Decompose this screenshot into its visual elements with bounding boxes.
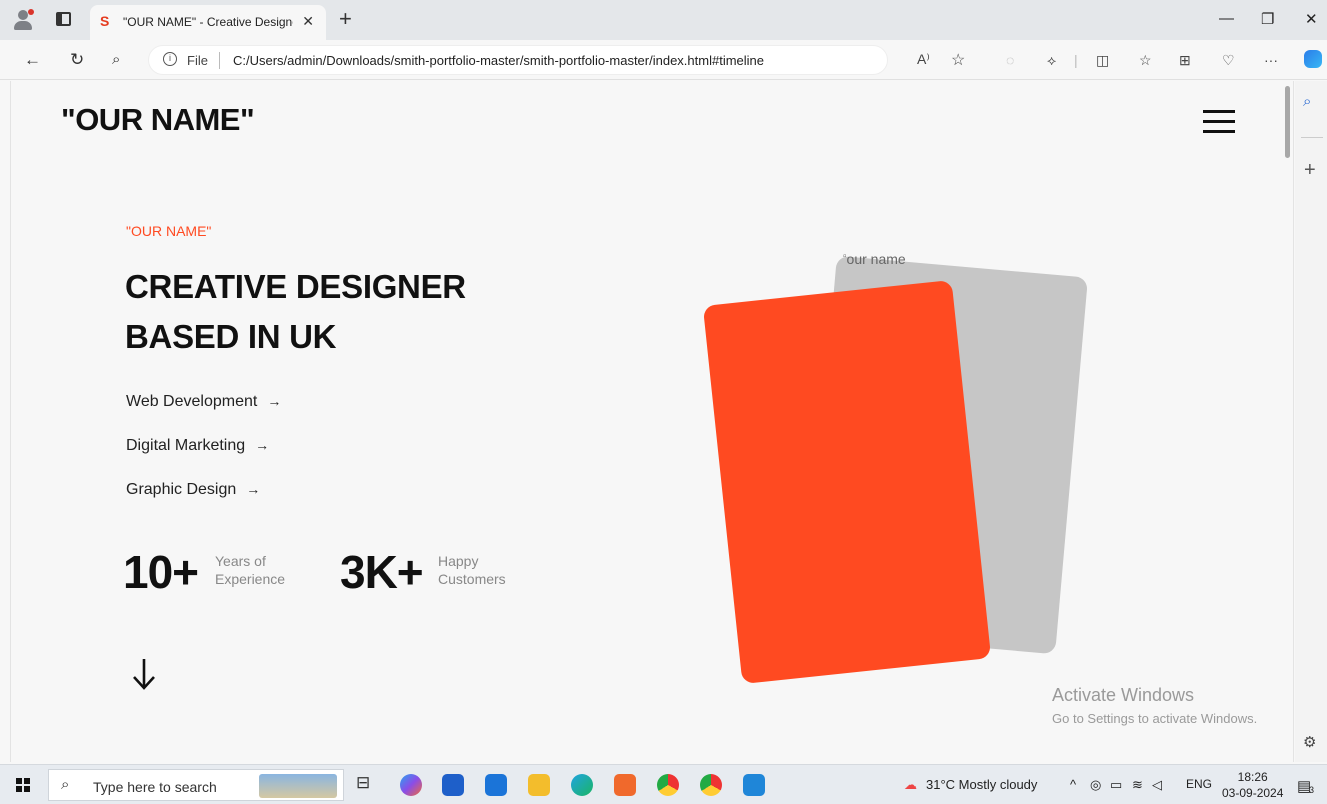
- sidebar-search-icon[interactable]: ⌕: [1303, 93, 1311, 110]
- xampp-icon[interactable]: [614, 774, 636, 796]
- read-aloud-icon[interactable]: A⁾: [917, 51, 930, 68]
- service-label: Digital Marketing: [126, 437, 246, 454]
- file-explorer-icon[interactable]: [528, 774, 550, 796]
- search-placeholder: Type here to search: [93, 779, 217, 795]
- show-hidden-icons-icon[interactable]: ^: [1070, 777, 1076, 792]
- stat-label-line: Years of: [215, 553, 266, 569]
- service-label: Graphic Design: [126, 481, 237, 498]
- copilot-app-icon[interactable]: [400, 774, 422, 796]
- headline-line-2: BASED IN UK: [125, 318, 337, 355]
- meet-now-icon[interactable]: ◎: [1090, 777, 1101, 793]
- weather-icon[interactable]: ☁: [904, 777, 917, 793]
- url-scheme: File: [187, 53, 208, 68]
- sidebar-divider: [1301, 137, 1323, 138]
- page-viewport: [10, 81, 1294, 762]
- tab-close-icon[interactable]: ✕: [302, 13, 314, 30]
- collections-icon[interactable]: ⊞: [1179, 52, 1191, 69]
- scroll-down-arrow-icon[interactable]: [132, 657, 156, 691]
- browser-tab-active[interactable]: S "OUR NAME" - Creative Designer ✕: [90, 5, 326, 40]
- edge-sidebar: ⌕ + ⚙: [1295, 81, 1327, 762]
- service-link-web-development[interactable]: Web Development →: [126, 393, 281, 411]
- stat-customers-number: 3K+: [340, 546, 424, 598]
- tab-actions-icon[interactable]: [56, 12, 71, 26]
- mail-icon[interactable]: [485, 774, 507, 796]
- broken-image-alt: ▫our name: [843, 251, 906, 267]
- stat-label-line: Customers: [438, 571, 506, 587]
- back-arrow-icon[interactable]: ←: [24, 50, 41, 70]
- scrollbar-thumb[interactable]: [1285, 86, 1290, 158]
- arrow-right-icon: →: [255, 437, 270, 453]
- extension-icon[interactable]: ◌: [1006, 52, 1014, 68]
- favorite-star-icon[interactable]: ☆: [951, 50, 965, 70]
- restore-icon[interactable]: ❐: [1261, 10, 1274, 28]
- search-icon: ⌕: [61, 776, 70, 793]
- puzzle-icon[interactable]: ⟡: [1047, 52, 1056, 69]
- sidebar-add-icon[interactable]: +: [1304, 159, 1316, 182]
- hero-image-card-front: [702, 279, 992, 685]
- image-alt-text: our name: [846, 251, 906, 267]
- minimize-icon[interactable]: —: [1219, 10, 1234, 27]
- taskbar-search-box[interactable]: ⌕ Type here to search: [48, 769, 344, 801]
- new-tab-button[interactable]: +: [339, 6, 352, 32]
- more-menu-icon[interactable]: ···: [1264, 52, 1278, 68]
- refresh-icon[interactable]: ↻: [70, 50, 84, 70]
- info-icon[interactable]: i: [163, 52, 177, 66]
- stat-years-label: Years of Experience: [215, 552, 285, 588]
- search-highlight-image: [259, 774, 337, 798]
- language-indicator[interactable]: ENG: [1186, 777, 1212, 791]
- sidebar-settings-icon[interactable]: ⚙: [1303, 733, 1316, 751]
- stat-label-line: Experience: [215, 571, 286, 587]
- stat-customers-label: Happy Customers: [438, 552, 506, 588]
- clock-time: 18:26: [1237, 770, 1268, 784]
- favorites-list-icon[interactable]: ☆: [1139, 52, 1152, 69]
- edge-icon[interactable]: [571, 774, 593, 796]
- activate-windows-subtitle: Go to Settings to activate Windows.: [1052, 711, 1258, 726]
- toolbar-divider: |: [1074, 52, 1078, 68]
- system-clock[interactable]: 18:26 03-09-2024: [1222, 769, 1283, 801]
- site-logo[interactable]: "OUR NAME": [61, 102, 255, 138]
- site-favicon-icon: S: [100, 13, 110, 29]
- chrome-profile-d-icon[interactable]: [657, 774, 679, 796]
- service-label: Web Development: [126, 393, 258, 410]
- browser-essentials-icon[interactable]: ♡: [1222, 52, 1235, 69]
- store-icon[interactable]: [442, 774, 464, 796]
- wifi-icon[interactable]: ≋: [1132, 777, 1143, 793]
- arrow-right-icon: →: [267, 393, 282, 409]
- arrow-right-icon: →: [246, 481, 261, 497]
- hamburger-menu-icon[interactable]: [1203, 110, 1235, 133]
- stat-label-line: Happy: [438, 553, 479, 569]
- service-link-digital-marketing[interactable]: Digital Marketing →: [126, 437, 269, 455]
- stat-years-number: 10+: [123, 546, 199, 598]
- search-icon[interactable]: ⌕: [112, 51, 120, 68]
- address-toolbar: ← ↻ ⌕ i File C:/Users/admin/Downloads/sm…: [0, 40, 1327, 80]
- windows-taskbar: ⌕ Type here to search ⊟ ☁ 31°C Mostly cl…: [0, 764, 1327, 804]
- windows-start-icon[interactable]: [16, 778, 30, 792]
- url-field[interactable]: i File C:/Users/admin/Downloads/smith-po…: [148, 45, 888, 75]
- split-screen-icon[interactable]: ◫: [1096, 52, 1109, 69]
- copilot-icon[interactable]: [1304, 50, 1322, 68]
- clock-date: 03-09-2024: [1222, 786, 1284, 800]
- hero-headline: CREATIVE DESIGNER BASED IN UK: [125, 262, 466, 362]
- service-link-graphic-design[interactable]: Graphic Design →: [126, 481, 260, 499]
- profile-icon[interactable]: [12, 9, 34, 31]
- tab-title: "OUR NAME" - Creative Designer: [123, 15, 293, 29]
- battery-icon[interactable]: ▭: [1110, 777, 1122, 793]
- browser-tab-bar: S "OUR NAME" - Creative Designer ✕ + — ❐…: [0, 0, 1327, 40]
- window-close-icon[interactable]: ✕: [1305, 10, 1318, 28]
- activate-windows-title: Activate Windows: [1052, 685, 1195, 705]
- url-separator: [219, 52, 220, 69]
- notification-count-badge: 3: [1309, 785, 1315, 795]
- hero-eyebrow: "OUR NAME": [126, 223, 212, 239]
- chrome-profile-v-icon[interactable]: [700, 774, 722, 796]
- weather-text[interactable]: 31°C Mostly cloudy: [926, 777, 1037, 792]
- vscode-icon[interactable]: [743, 774, 765, 796]
- headline-line-1: CREATIVE DESIGNER: [125, 268, 466, 305]
- volume-icon[interactable]: ◁: [1152, 777, 1162, 793]
- url-text: C:/Users/admin/Downloads/smith-portfolio…: [233, 53, 765, 68]
- task-view-icon[interactable]: ⊟: [356, 773, 378, 795]
